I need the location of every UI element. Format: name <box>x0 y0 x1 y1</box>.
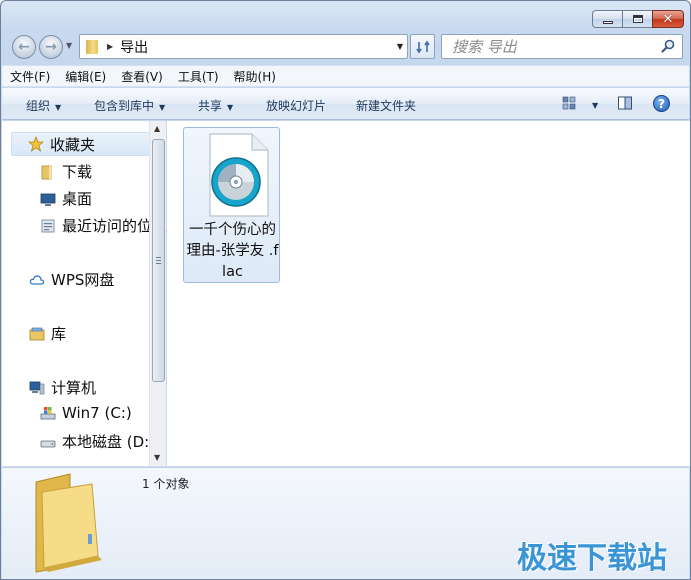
tree-label-desktop: 桌面 <box>62 190 93 208</box>
close-button[interactable]: ✕ <box>652 10 684 28</box>
downloads-folder-icon <box>41 165 52 179</box>
chevron-down-icon: ▼ <box>159 103 166 112</box>
search-input[interactable]: 搜索 导出 <box>441 34 683 59</box>
breadcrumb-current[interactable]: 导出 <box>120 37 148 57</box>
search-icon[interactable] <box>660 38 676 54</box>
address-dropdown-icon[interactable]: ▼ <box>397 42 403 51</box>
star-icon <box>28 136 44 152</box>
file-item[interactable]: 一千个伤心的理由-张学友 .flac <box>183 127 280 283</box>
maximize-button[interactable] <box>622 10 652 28</box>
tree-item-favorites[interactable]: 收藏夹 <box>11 132 155 156</box>
tree-item-wps[interactable]: WPS网盘 <box>29 269 114 290</box>
local-disk-icon <box>40 440 56 447</box>
tree-item-computer[interactable]: 计算机 <box>29 377 96 398</box>
menu-edit[interactable]: 编辑(E) <box>65 68 106 85</box>
refresh-button[interactable] <box>410 34 435 59</box>
desktop-icon <box>40 193 56 206</box>
menu-tools[interactable]: 工具(T) <box>178 68 219 85</box>
chevron-down-icon: ▼ <box>592 101 599 110</box>
refresh-icon <box>415 40 430 53</box>
chevron-down-icon: ▼ <box>55 103 62 112</box>
tree-item-library[interactable]: 库 <box>29 323 66 344</box>
forward-button[interactable]: → <box>39 35 63 59</box>
library-icon <box>29 327 45 340</box>
folder-icon <box>35 473 102 573</box>
view-options-dropdown[interactable]: ▼ <box>587 97 598 111</box>
breadcrumb-arrow-icon[interactable]: ▶ <box>107 42 113 51</box>
share-label: 共享 <box>198 99 223 113</box>
grip-line <box>156 260 161 261</box>
maximize-icon <box>632 15 643 23</box>
include-in-library-label: 包含到库中 <box>94 99 155 113</box>
caption-buttons: ✕ <box>592 10 684 28</box>
tree-item-downloads[interactable]: 下载 <box>40 161 92 182</box>
watermark-text: 极速下载站 <box>517 541 667 576</box>
new-folder-button[interactable]: 新建文件夹 <box>356 97 416 114</box>
scroll-down-icon[interactable]: ▼ <box>154 453 160 462</box>
navigation-pane-scrollbar[interactable]: ▲ ▼ <box>149 121 166 466</box>
cloud-icon <box>29 274 45 285</box>
details-pane: 1 个对象 极速下载站 <box>2 467 689 579</box>
menu-help[interactable]: 帮助(H) <box>234 68 276 85</box>
tree-label-wps: WPS网盘 <box>51 271 115 289</box>
command-bar: 组织 ▼ 包含到库中 ▼ 共享 ▼ 放映幻灯片 新建文件夹 ▼ ? <box>2 88 689 120</box>
file-list-pane: 一千个伤心的理由-张学友 .flac <box>167 121 690 466</box>
recent-pages-dropdown[interactable]: ▼ <box>66 41 72 50</box>
system-drive-icon <box>40 407 56 420</box>
chevron-down-icon: ▼ <box>227 103 234 112</box>
forward-arrow-icon: → <box>45 39 57 55</box>
tree-label-library: 库 <box>51 325 67 343</box>
menu-bar: 文件(F) 编辑(E) 查看(V) 工具(T) 帮助(H) <box>2 65 689 87</box>
tree-label-favorites: 收藏夹 <box>50 135 96 154</box>
grip-line <box>156 263 161 264</box>
navigation-pane: 收藏夹 下载 桌面 最近访问的位置 WPS网盘 库 计算机 Win7 (C:) … <box>2 121 167 466</box>
organize-label: 组织 <box>26 99 51 113</box>
item-count: 1 个对象 <box>142 477 190 491</box>
grip-line <box>156 257 161 258</box>
minimize-icon <box>602 20 613 24</box>
explorer-window: ✕ ← → ▼ ▶ 导出 ▼ 搜索 导出 文件(F) 编辑(E) 查看(V) 工… <box>0 0 691 580</box>
file-name-label: 一千个伤心的理由-张学友 .flac <box>186 222 279 280</box>
tree-item-desktop[interactable]: 桌面 <box>40 188 92 209</box>
tree-label-computer: 计算机 <box>51 379 97 397</box>
tree-label-downloads: 下载 <box>62 163 93 181</box>
slideshow-button[interactable]: 放映幻灯片 <box>266 97 326 114</box>
change-view-icon[interactable] <box>562 96 576 110</box>
search-placeholder: 搜索 导出 <box>452 38 517 56</box>
tree-item-drive-c[interactable]: Win7 (C:) <box>40 404 132 422</box>
menu-file[interactable]: 文件(F) <box>10 68 50 85</box>
organize-button[interactable]: 组织 ▼ <box>26 97 61 114</box>
back-arrow-icon: ← <box>18 39 30 55</box>
tree-label-drive-c: Win7 (C:) <box>62 404 132 422</box>
close-icon: ✕ <box>662 11 674 27</box>
recent-places-icon <box>41 219 55 232</box>
flac-audio-icon <box>209 133 269 217</box>
menu-view[interactable]: 查看(V) <box>121 68 163 85</box>
help-icon[interactable]: ? <box>653 95 670 112</box>
scrollbar-thumb[interactable] <box>152 139 165 382</box>
include-in-library-button[interactable]: 包含到库中 ▼ <box>94 97 165 114</box>
computer-icon <box>29 381 45 394</box>
folder-icon <box>86 39 98 54</box>
scroll-up-icon[interactable]: ▲ <box>154 124 160 133</box>
share-button[interactable]: 共享 ▼ <box>198 97 233 114</box>
minimize-button[interactable] <box>592 10 622 28</box>
address-bar[interactable]: ▶ 导出 ▼ <box>79 34 408 59</box>
preview-pane-icon[interactable] <box>618 96 632 110</box>
back-button[interactable]: ← <box>12 35 36 59</box>
